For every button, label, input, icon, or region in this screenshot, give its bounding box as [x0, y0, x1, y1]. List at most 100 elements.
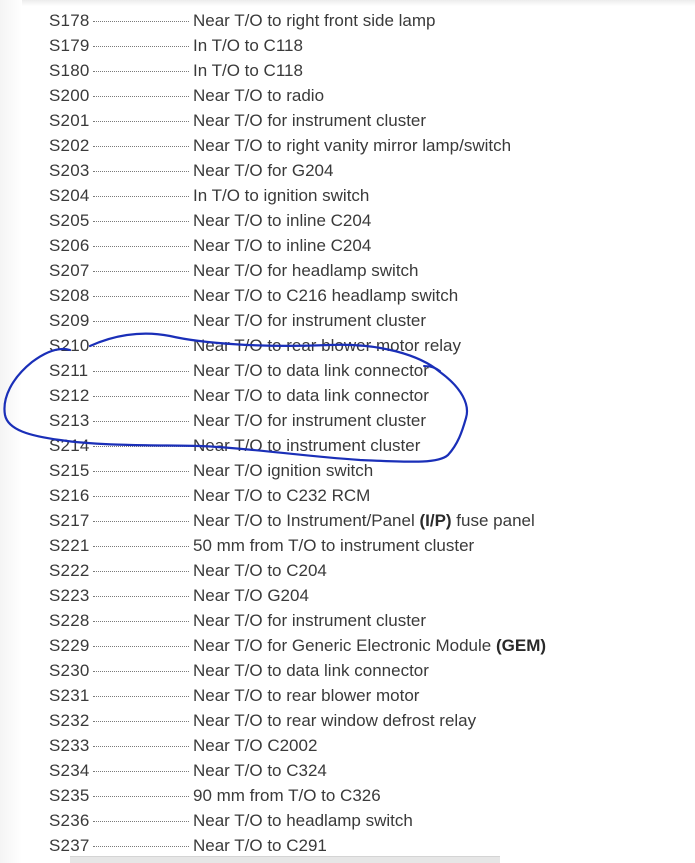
splice-row: S216 Near T/O to C232 RCM [49, 483, 649, 508]
splice-description-text: Near T/O to data link connector [193, 386, 429, 405]
splice-code: S233 [49, 736, 90, 755]
splice-code: S205 [49, 211, 90, 230]
splice-code: S223 [49, 586, 90, 605]
dot-leader [93, 621, 189, 622]
splice-row: S206 Near T/O to inline C204 [49, 233, 649, 258]
splice-description-abbrev: (GEM) [495, 636, 547, 655]
dot-leader [93, 121, 189, 122]
splice-description-text: Near T/O to C324 [193, 761, 327, 780]
splice-description-text: 90 mm from T/O to C326 [193, 786, 381, 805]
splice-description-text: Near T/O to rear blower motor [193, 686, 420, 705]
splice-row: S212 Near T/O to data link connector [49, 383, 649, 408]
splice-code: S213 [49, 411, 90, 430]
dot-leader [93, 746, 189, 747]
splice-code: S200 [49, 86, 90, 105]
splice-description-text: Near T/O to inline C204 [193, 236, 372, 255]
splice-description-text: Near T/O to inline C204 [193, 211, 372, 230]
splice-row: S214 Near T/O to instrument cluster [49, 433, 649, 458]
splice-row: S210 Near T/O to rear blower motor relay [49, 333, 649, 358]
splice-location-list: S178 Near T/O to right front side lamp S17… [49, 8, 649, 858]
splice-code: S221 [49, 536, 90, 555]
dot-leader [93, 571, 189, 572]
splice-code: S207 [49, 261, 90, 280]
splice-code: S214 [49, 436, 90, 455]
splice-description-text: Near T/O for Generic Electronic Module [193, 636, 496, 655]
splice-row: S179 In T/O to C118 [49, 33, 649, 58]
splice-description-text: 50 mm from T/O to instrument cluster [193, 536, 475, 555]
splice-description-text: Near T/O G204 [193, 586, 309, 605]
dot-leader [93, 471, 189, 472]
splice-description: Near T/O to rear blower motor relay [193, 333, 461, 358]
dot-leader [93, 146, 189, 147]
dot-leader [93, 846, 189, 847]
splice-code: S237 [49, 836, 90, 855]
splice-description-suffix: fuse panel [451, 511, 535, 530]
splice-row: S236 Near T/O to headlamp switch [49, 808, 649, 833]
splice-code: S217 [49, 511, 90, 530]
splice-row: S201 Near T/O for instrument cluster [49, 108, 649, 133]
splice-description-text: Near T/O to right front side lamp [193, 11, 436, 30]
splice-code: S206 [49, 236, 90, 255]
splice-description-text: Near T/O to headlamp switch [193, 811, 413, 830]
splice-description-abbrev: (I/P) [419, 511, 452, 530]
splice-description-text: Near T/O to data link connector [193, 661, 429, 680]
dot-leader [93, 446, 189, 447]
splice-code: S234 [49, 761, 90, 780]
splice-description-text: Near T/O for headlamp switch [193, 261, 419, 280]
dot-leader [93, 596, 189, 597]
splice-description: 90 mm from T/O to C326 [193, 783, 381, 808]
splice-description-text: Near T/O to data link connector [193, 361, 429, 380]
splice-code: S204 [49, 186, 90, 205]
splice-row: S215 Near T/O ignition switch [49, 458, 649, 483]
splice-description: Near T/O to inline C204 [193, 233, 371, 258]
splice-description: Near T/O to C291 [193, 833, 327, 858]
splice-description-text: Near T/O to instrument cluster [193, 436, 421, 455]
dot-leader [93, 71, 189, 72]
dot-leader [93, 696, 189, 697]
splice-description: Near T/O to instrument cluster [193, 433, 420, 458]
splice-description-text: Near T/O to C216 headlamp switch [193, 286, 459, 305]
splice-code: S230 [49, 661, 90, 680]
splice-code: S203 [49, 161, 90, 180]
splice-row: S228 Near T/O for instrument cluster [49, 608, 649, 633]
splice-description: Near T/O to data link connector [193, 658, 429, 683]
splice-description: Near T/O G204 [193, 583, 309, 608]
splice-description: Near T/O to data link connector [193, 358, 429, 383]
splice-description: Near T/O to C324 [193, 758, 327, 783]
bottom-scrollbar-fragment[interactable] [70, 856, 500, 863]
splice-code: S232 [49, 711, 90, 730]
splice-description: Near T/O for instrument cluster [193, 408, 426, 433]
splice-description: Near T/O to rear blower motor [193, 683, 419, 708]
splice-row: S229 Near T/O for Generic Electronic Modu… [49, 633, 649, 658]
splice-description-text: Near T/O to Instrument/Panel [193, 511, 420, 530]
dot-leader [93, 771, 189, 772]
splice-code: S229 [49, 636, 90, 655]
splice-row: S232 Near T/O to rear window defrost rela… [49, 708, 649, 733]
splice-row: S235 90 mm from T/O to C326 [49, 783, 649, 808]
splice-description-text: Near T/O ignition switch [193, 461, 374, 480]
dot-leader [93, 271, 189, 272]
dot-leader [93, 396, 189, 397]
splice-description: Near T/O for Generic Electronic Module (… [193, 633, 546, 658]
splice-code: S216 [49, 486, 90, 505]
splice-row: S211 Near T/O to data link connector [49, 358, 649, 383]
splice-description-text: Near T/O to C204 [193, 561, 327, 580]
splice-code: S202 [49, 136, 90, 155]
splice-description: Near T/O to rear window defrost relay [193, 708, 476, 733]
splice-description-text: Near T/O to rear blower motor relay [193, 336, 461, 355]
dot-leader [93, 21, 189, 22]
splice-row: S222 Near T/O to C204 [49, 558, 649, 583]
splice-description: Near T/O for instrument cluster [193, 608, 426, 633]
dot-leader [93, 796, 189, 797]
splice-description-text: Near T/O for G204 [193, 161, 334, 180]
splice-description: Near T/O to right vanity mirror lamp/swi… [193, 133, 511, 158]
splice-description: In T/O to ignition switch [193, 183, 369, 208]
splice-code: S231 [49, 686, 90, 705]
dot-leader [93, 296, 189, 297]
splice-description: Near T/O to headlamp switch [193, 808, 413, 833]
splice-description-text: Near T/O for instrument cluster [193, 411, 427, 430]
dot-leader [93, 821, 189, 822]
dot-leader [93, 546, 189, 547]
splice-row: S217 Near T/O to Instrument/Panel (I/P) f… [49, 508, 649, 533]
splice-row: S207 Near T/O for headlamp switch [49, 258, 649, 283]
